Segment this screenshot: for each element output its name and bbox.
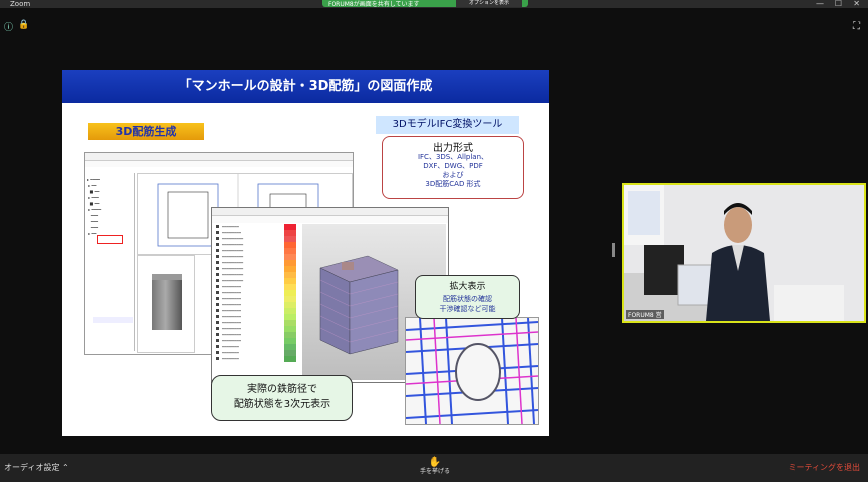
- screen-share-banner: FORUM8が画面を共有しています オプションを表示: [322, 0, 528, 8]
- window-caption: [85, 153, 353, 161]
- tree-bottom-panel: [93, 317, 133, 323]
- view-options-button[interactable]: オプションを表示: [456, 0, 522, 7]
- ifc-tool-title: 3DモデルIFC変換ツール: [376, 116, 519, 134]
- zoom-callout-line1: 配筋状態の確認: [443, 295, 492, 303]
- participant-name-label: FORUM8 営: [626, 310, 664, 319]
- minimize-icon[interactable]: —: [816, 0, 824, 8]
- output-format-callout: 出力形式 IFC、3DS、Allplan、 DXF、DWG、PDF および 3D…: [382, 136, 524, 199]
- raise-hand-icon: ✋: [428, 457, 442, 468]
- real-callout-text: 実際の鉄筋径で 配筋状態を3次元表示: [212, 382, 352, 412]
- zoomed-rebar-image: [405, 317, 539, 425]
- chevron-up-icon[interactable]: ⌃: [62, 463, 69, 472]
- real-callout-line1: 実際の鉄筋径で: [247, 384, 317, 395]
- participant-video[interactable]: FORUM8 営: [622, 183, 866, 323]
- encryption-lock-icon[interactable]: 🔒: [18, 20, 29, 30]
- slide-title: 「マンホールの設計・3D配筋」の図面作成: [62, 70, 549, 103]
- zoom-callout-line2: 干渉確認など可能: [439, 305, 496, 313]
- meeting-toolbar: オーディオ設定 ⌃ ✋ 手を挙げる ミーティングを退出: [0, 454, 868, 482]
- output-format-heading: 出力形式: [433, 143, 473, 154]
- navigation-tree: ▸ ━━━━ ▸ ━━ ■ ━━ ▸ ━━━ ■ ━━ ▸ ━━━━ ━━━ ━…: [87, 173, 135, 351]
- real-rebar-callout: 実際の鉄筋径で 配筋状態を3次元表示: [211, 375, 353, 421]
- window-caption: [212, 208, 448, 216]
- zoom-callout-text: 配筋状態の確認 干渉確認など可能: [416, 294, 519, 314]
- menu-bar: [85, 161, 353, 167]
- rebar-closeup-graphic: [406, 318, 538, 424]
- meeting-stage: ⓘ 🔒 ⛶ 「マンホールの設計・3D配筋」の図面作成 3D配筋生成 3DモデルI…: [0, 8, 868, 454]
- video-panel-drag-handle[interactable]: [612, 243, 615, 257]
- 3d-preview-panel: [137, 255, 195, 353]
- audio-settings-label: オーディオ設定: [4, 463, 60, 472]
- output-format-list: IFC、3DS、Allplan、 DXF、DWG、PDF および 3D配筋CAD…: [417, 153, 489, 188]
- raise-hand-label: 手を挙げる: [419, 468, 450, 475]
- raise-hand-button[interactable]: ✋ 手を挙げる: [413, 457, 457, 476]
- menu-bar: [212, 216, 448, 223]
- rebar-generation-badge: 3D配筋生成: [88, 123, 204, 140]
- fullscreen-icon[interactable]: ⛶: [853, 21, 860, 32]
- share-banner-text: FORUM8が画面を共有しています: [328, 1, 420, 8]
- leave-meeting-button[interactable]: ミーティングを退出: [788, 462, 860, 473]
- zoom-callout-heading: 拡大表示: [449, 282, 486, 292]
- maximize-icon[interactable]: ☐: [835, 0, 842, 8]
- info-icon[interactable]: ⓘ: [4, 20, 13, 33]
- manhole-3d-model: [152, 274, 182, 330]
- app-name: Zoom: [10, 0, 31, 8]
- audio-settings-button[interactable]: オーディオ設定 ⌃: [4, 462, 69, 473]
- shared-slide: 「マンホールの設計・3D配筋」の図面作成 3D配筋生成 3DモデルIFC変換ツー…: [62, 70, 549, 436]
- rebar-list: ━━━━━━━━ ━━━━━━━━━ ━━━━━━━━━━ ━━━━━━━━━━…: [214, 224, 298, 380]
- zoom-view-callout: 拡大表示 配筋状態の確認 干渉確認など可能: [415, 275, 520, 319]
- rebar-cage-model: [319, 255, 399, 355]
- real-callout-line2: 配筋状態を3次元表示: [233, 399, 331, 410]
- close-icon[interactable]: ✕: [853, 0, 860, 8]
- participant-video-feed: [624, 185, 864, 321]
- selected-tree-item[interactable]: [97, 235, 123, 244]
